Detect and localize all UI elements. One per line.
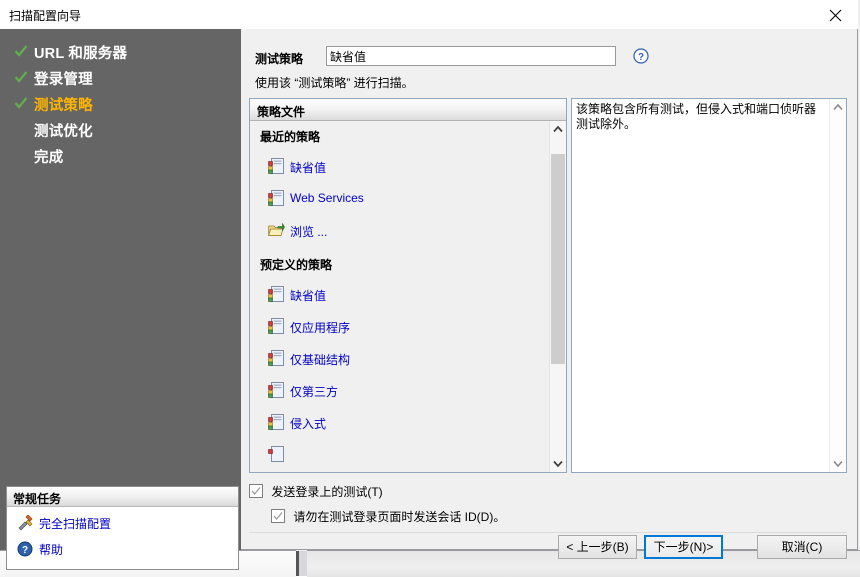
policy-file-icon xyxy=(268,414,285,430)
description-scrollbar[interactable] xyxy=(829,99,846,472)
test-policy-label: 测试策略 xyxy=(255,50,303,67)
policy-file-icon xyxy=(268,158,285,174)
close-button[interactable] xyxy=(813,0,858,29)
list-item-label: 侵入式 xyxy=(290,415,326,432)
description-scroll-down-button[interactable] xyxy=(830,455,846,472)
list-item-recent-default[interactable]: 缺省值 xyxy=(268,159,326,176)
general-tasks-panel: 常规任务 完全扫描配置 ? 帮助 xyxy=(6,486,239,570)
sidebar-step-label: URL 和服务器 xyxy=(34,42,127,63)
checkmark-icon xyxy=(14,96,28,110)
checkmark-icon xyxy=(14,70,28,84)
sidebar-step-label: 测试策略 xyxy=(34,94,93,115)
list-item-label: 缺省值 xyxy=(290,287,326,304)
list-item-infrastructure-only[interactable]: 仅基础结构 xyxy=(268,351,350,368)
list-item-third-party-only[interactable]: 仅第三方 xyxy=(268,383,338,400)
list-item-recent-web-services[interactable]: Web Services xyxy=(268,191,364,205)
task-link-full-scan-config[interactable]: 完全扫描配置 xyxy=(17,515,111,532)
checkbox-label: 发送登录上的测试(T) xyxy=(271,485,382,499)
list-group-predefined-policies: 预定义的策略 xyxy=(260,256,332,273)
window-title: 扫描配置向导 xyxy=(9,7,81,24)
list-item-label: 浏览 ... xyxy=(290,223,327,240)
cancel-button[interactable]: 取消(C) xyxy=(757,535,847,559)
list-item-browse[interactable]: 浏览 ... xyxy=(268,223,327,240)
policy-file-icon xyxy=(268,446,285,462)
help-icon: ? xyxy=(17,541,34,557)
sidebar-step-url-and-server[interactable]: URL 和服务器 xyxy=(14,42,127,63)
tools-icon xyxy=(17,515,34,531)
policy-file-list-title: 策略文件 xyxy=(257,103,305,120)
close-icon xyxy=(829,9,842,22)
wizard-content-pane: 测试策略 ? 使用该 “测试策略” 进行扫描。 策略文件 最近的策略 xyxy=(241,29,858,550)
open-folder-icon xyxy=(268,222,285,238)
checkbox-box[interactable] xyxy=(271,509,285,523)
policy-file-icon xyxy=(268,350,285,366)
sidebar-step-finish[interactable]: 完成 xyxy=(14,146,63,167)
list-item-application-only[interactable]: 仅应用程序 xyxy=(268,319,350,336)
task-link-label: 完全扫描配置 xyxy=(39,515,111,532)
svg-text:?: ? xyxy=(22,545,28,556)
footer-separator xyxy=(249,532,847,533)
list-item-label: 缺省值 xyxy=(290,159,326,176)
scrollbar-thumb[interactable] xyxy=(551,154,565,364)
policy-file-icon xyxy=(268,382,285,398)
list-item-label: 仅应用程序 xyxy=(290,319,350,336)
policy-file-list-header: 策略文件 xyxy=(250,99,566,121)
scroll-up-button[interactable] xyxy=(550,121,566,138)
checkbox-label: 请勿在测试登录页面时发送会话 ID(D)。 xyxy=(293,510,505,524)
next-button[interactable]: 下一步(N)> xyxy=(644,535,723,559)
scan-config-wizard-dialog: 扫描配置向导 URL 和服务器 登录管理 测试策略 xyxy=(0,0,858,550)
sidebar-step-test-policy[interactable]: 测试策略 xyxy=(14,94,93,115)
chevron-up-icon xyxy=(830,99,846,116)
policy-list-scrollbar[interactable] xyxy=(549,121,566,472)
policy-description-text: 该策略包含所有测试，但侵入式和端口侦听器测试除外。 xyxy=(576,102,826,132)
chevron-up-icon xyxy=(550,121,566,138)
sidebar-step-test-optimization[interactable]: 测试优化 xyxy=(14,120,93,141)
sidebar-step-label: 登录管理 xyxy=(34,68,93,89)
test-policy-hint: 使用该 “测试策略” 进行扫描。 xyxy=(255,74,414,91)
list-group-recent-policies: 最近的策略 xyxy=(260,128,320,145)
wizard-steps-sidebar: URL 和服务器 登录管理 测试策略 测试优化 完成 常规任务 xyxy=(0,29,241,550)
policy-file-icon xyxy=(268,318,285,334)
window-titlebar: 扫描配置向导 xyxy=(0,0,858,29)
policy-file-icon xyxy=(268,190,285,206)
list-item-label: 仅基础结构 xyxy=(290,351,350,368)
check-mark-icon xyxy=(251,486,261,496)
sidebar-step-label: 完成 xyxy=(34,146,63,167)
back-button[interactable]: < 上一步(B) xyxy=(558,535,637,559)
list-item-label: 仅第三方 xyxy=(290,383,338,400)
svg-text:?: ? xyxy=(638,52,644,63)
sidebar-step-label: 测试优化 xyxy=(34,120,93,141)
scroll-down-button[interactable] xyxy=(550,455,566,472)
chevron-down-icon xyxy=(550,455,566,472)
task-link-label: 帮助 xyxy=(39,541,63,558)
policy-file-list-body: 最近的策略 缺省值 xyxy=(250,121,566,472)
question-mark-icon: ? xyxy=(633,48,649,64)
list-item-intrusive[interactable]: 侵入式 xyxy=(268,415,326,432)
task-link-help[interactable]: ? 帮助 xyxy=(17,541,63,558)
general-tasks-title: 常规任务 xyxy=(13,490,61,507)
checkmark-icon xyxy=(14,44,28,58)
checkbox-do-not-send-session-id[interactable]: 请勿在测试登录页面时发送会话 ID(D)。 xyxy=(271,508,505,525)
sidebar-step-login-management[interactable]: 登录管理 xyxy=(14,68,93,89)
help-question-button[interactable]: ? xyxy=(633,48,649,64)
test-policy-input[interactable] xyxy=(326,46,616,66)
description-scroll-up-button[interactable] xyxy=(830,99,846,116)
list-item-predefined-default[interactable]: 缺省值 xyxy=(268,287,326,304)
policy-file-icon xyxy=(268,286,285,302)
list-item-label: Web Services xyxy=(290,191,364,205)
check-mark-icon xyxy=(273,511,283,521)
chevron-down-icon xyxy=(830,455,846,472)
checkbox-box[interactable] xyxy=(249,484,263,498)
general-tasks-header: 常规任务 xyxy=(7,487,238,507)
policy-description-panel: 该策略包含所有测试，但侵入式和端口侦听器测试除外。 xyxy=(571,98,847,473)
checkbox-send-login-tests[interactable]: 发送登录上的测试(T) xyxy=(249,483,383,500)
policy-file-list: 策略文件 最近的策略 缺省值 xyxy=(249,98,567,473)
background-window-divider-light xyxy=(299,551,307,576)
